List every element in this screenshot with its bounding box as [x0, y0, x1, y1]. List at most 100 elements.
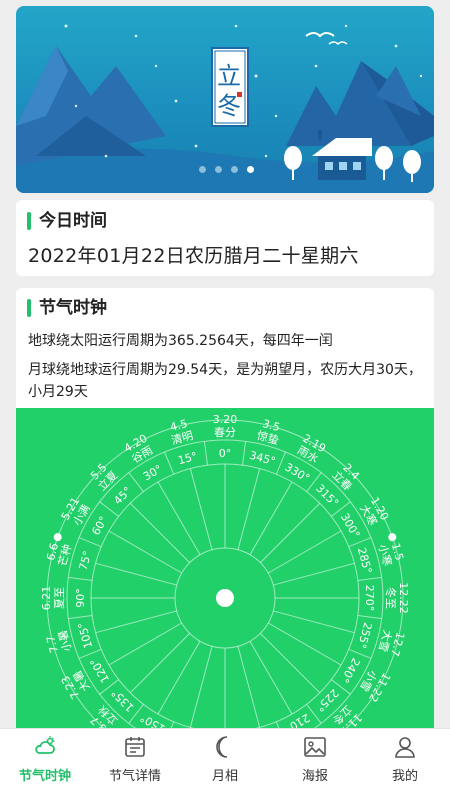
term-spoke	[129, 502, 190, 563]
term-label-group: 75°芒种6.6	[44, 542, 95, 572]
ring-divider	[203, 441, 209, 466]
term-spoke	[273, 610, 355, 634]
term-spoke	[273, 562, 355, 586]
image-icon	[304, 737, 326, 757]
tab-label: 我的	[391, 769, 418, 784]
term-label-group: 30°谷雨4.20	[122, 432, 165, 484]
term-degree-label: 300°	[338, 511, 363, 540]
clock-title: 节气时钟	[27, 297, 107, 319]
term-name-label: 春分	[214, 426, 236, 439]
tab-label: 节气时钟	[18, 769, 71, 784]
term-degree-label: 240°	[338, 656, 363, 685]
term-name-label: 冬至	[384, 587, 398, 609]
user-icon	[395, 737, 415, 758]
bottom-tab-bar: 节气时钟 节气详情 月相 海报 我的	[0, 728, 450, 800]
earth-marker	[388, 533, 397, 542]
ring-divider	[68, 614, 93, 620]
term-spoke	[108, 530, 182, 574]
ring-divider	[241, 441, 247, 466]
term-spoke	[129, 633, 190, 694]
term-label-group: 120°大暑7.23	[59, 656, 113, 702]
tab-solar-clock[interactable]: 节气时钟	[0, 729, 90, 800]
solar-term-clock[interactable]: 0° 春分 3.20 15° 清明 4.5 30° 谷雨 4.20 45° 立夏 5.5 60° 小满 5.…	[16, 408, 434, 738]
term-degree-label: 120°	[88, 656, 113, 685]
moon-marker	[53, 533, 62, 542]
ring-divider	[68, 576, 93, 582]
term-spoke	[260, 633, 321, 694]
clock-dial: 0° 春分3.20 15°清明4.530°谷雨4.2045°立夏5.560°小满5.…	[40, 413, 410, 738]
term-label-group: 45°立夏5.5	[88, 461, 134, 507]
term-label-group: 90° 夏至6.21	[40, 586, 87, 611]
term-spoke	[157, 641, 201, 715]
carousel-indicators	[199, 166, 259, 174]
term-degree-label: 75°	[77, 550, 95, 572]
term-spoke	[157, 481, 201, 555]
solar-clock-card: 节气时钟 地球绕太阳运行周期为365.2564天，每四年一闰 月球绕地球运行周期…	[16, 288, 434, 738]
term-label-group: 270° 冬至 12.22	[363, 582, 410, 614]
term-degree-label: 105°	[76, 621, 95, 650]
indicator-dot[interactable]	[199, 166, 206, 173]
ring-divider	[357, 614, 382, 620]
term-spoke	[189, 468, 213, 550]
indicator-dot-active[interactable]	[247, 166, 254, 173]
tab-mine[interactable]: 我的	[360, 729, 450, 800]
term-label-group: 285° 小寒1.5	[355, 542, 406, 575]
indicator-dot[interactable]	[231, 166, 238, 173]
ring-divider	[78, 537, 102, 548]
term-date-label: 6.21	[40, 586, 53, 611]
term-degree-label: 0°	[219, 447, 232, 460]
indicator-dot[interactable]	[215, 166, 222, 173]
term-label-group: 15°清明4.5	[169, 417, 199, 468]
term-spoke	[95, 610, 177, 634]
term-label-group: 0° 春分3.20	[213, 413, 238, 460]
term-degree-label: 345°	[248, 449, 277, 468]
term-spoke	[108, 622, 182, 666]
term-degree-label: 285°	[355, 546, 374, 575]
term-degree-label: 270°	[363, 585, 376, 612]
tab-moon-phase[interactable]: 月相	[180, 729, 270, 800]
term-spoke	[268, 530, 342, 574]
ring-divider	[128, 472, 144, 492]
banner-title-2: 冬	[217, 92, 241, 120]
term-label-group: 60°小满5.21	[59, 495, 111, 538]
term-spoke	[260, 502, 321, 563]
ring-divider	[357, 576, 382, 582]
tab-label: 节气详情	[108, 769, 161, 784]
term-degree-label: 330°	[283, 461, 312, 486]
banner-carousel[interactable]: 立 冬	[16, 6, 434, 193]
term-degree-label: 90°	[74, 588, 87, 608]
tab-label: 月相	[211, 769, 238, 784]
term-label-group: 300°大寒1.20	[338, 495, 391, 541]
calendar-icon	[125, 737, 145, 757]
term-label-group: 240°小雪11.22	[338, 656, 393, 705]
term-spoke	[189, 646, 213, 728]
sun-marker	[216, 589, 234, 607]
term-date-label: 12.22	[397, 582, 410, 614]
ring-divider	[164, 451, 175, 475]
term-date-label: 3.20	[213, 413, 238, 426]
today-card: 今日时间 2022年01月22日农历腊月二十星期六	[16, 200, 434, 276]
cloud-sun-icon	[35, 736, 55, 754]
earth-orbit-info: 地球绕太阳运行周期为365.2564天，每四年一闰	[28, 333, 333, 349]
today-date-text: 2022年01月22日农历腊月二十星期六	[28, 245, 359, 267]
moon-icon	[216, 736, 228, 758]
term-spoke	[95, 562, 177, 586]
term-label-group: 255° 大雪12.7	[355, 621, 407, 658]
tab-poster[interactable]: 海报	[270, 729, 360, 800]
term-spoke	[249, 481, 293, 555]
term-label-group: 330°雨水2.19	[283, 432, 329, 486]
term-spoke	[268, 622, 342, 666]
term-name-label: 夏至	[53, 587, 66, 609]
term-degree-label: 15°	[177, 450, 199, 468]
tab-label: 海报	[301, 769, 328, 784]
term-spoke	[237, 468, 261, 550]
today-title: 今日时间	[27, 210, 107, 232]
tab-term-details[interactable]: 节气详情	[90, 729, 180, 800]
term-spoke	[237, 646, 261, 728]
term-label-group: 315°立春2.4	[313, 461, 362, 510]
term-degree-label: 255°	[355, 621, 374, 650]
term-label-group: 105°小暑7.7	[44, 621, 95, 654]
term-spoke	[249, 641, 293, 715]
moon-orbit-info: 月球绕地球运行周期为29.54天，是为朔望月，农历大月30天，小月29天	[28, 362, 422, 400]
term-label-group: 345°惊蛰3.5	[248, 417, 281, 468]
